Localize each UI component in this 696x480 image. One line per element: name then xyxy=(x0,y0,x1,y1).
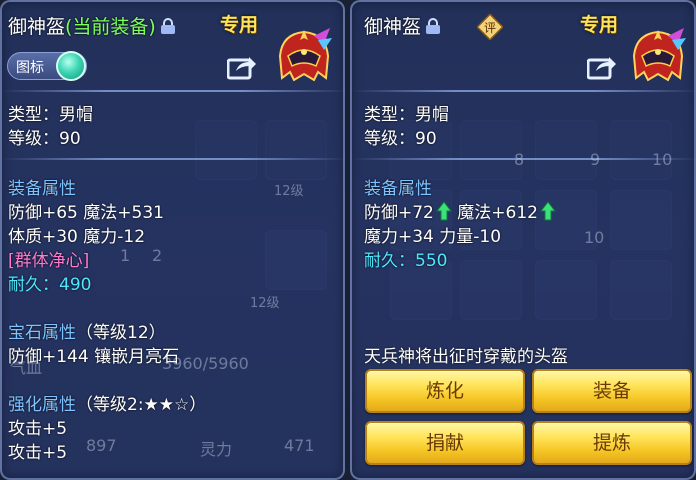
bg-slot-level: 12级 xyxy=(274,184,304,199)
attr-line: 体质+30 魔力-12 xyxy=(8,227,146,247)
durability-label: 耐久： xyxy=(364,251,415,271)
special-skill: [群体净心] xyxy=(8,251,90,271)
bg-slot-num: 8 xyxy=(514,150,525,169)
enhance-line: 攻击+5 xyxy=(8,419,68,439)
item-level: 等级：90 xyxy=(8,129,81,149)
gem-level: （等级12） xyxy=(76,323,166,343)
bg-stat-value: 471 xyxy=(284,436,315,455)
attr-line: 魔力+34 力量-10 xyxy=(364,227,502,247)
bg-slot-level: 12级 xyxy=(250,296,280,311)
share-icon[interactable] xyxy=(227,54,257,80)
toggle-knob xyxy=(56,51,86,81)
equip-attr-header: 装备属性 xyxy=(8,179,76,199)
bg-stat-value: 3960/5960 xyxy=(162,354,249,373)
stat-up-arrow-icon xyxy=(435,201,452,221)
item-type: 类型：男帽 xyxy=(364,105,449,125)
item-description: 天兵神将出征时穿戴的头盔 xyxy=(364,347,568,367)
enhance-line: 攻击+5 xyxy=(8,443,68,463)
bg-stat-value: 897 xyxy=(86,436,117,455)
exclusive-label: 专用 xyxy=(220,14,259,36)
helmet-icon xyxy=(632,28,686,82)
attr-line: 防御+65 魔法+531 xyxy=(8,203,164,223)
bg-stat-label: 气血 xyxy=(10,358,43,377)
gem-attr-row: 宝石属性（等级12） xyxy=(8,318,166,343)
magic-stat: 魔法+612 xyxy=(457,203,538,223)
exclusive-label: 专用 xyxy=(580,14,619,36)
donate-button[interactable]: 捐献 xyxy=(365,421,525,465)
extract-button[interactable]: 提炼 xyxy=(532,421,692,465)
gem-attr-header: 宝石属性 xyxy=(8,323,76,343)
durability: 耐久：550 xyxy=(364,246,447,271)
divider xyxy=(352,90,696,92)
divider xyxy=(2,158,347,160)
icon-toggle-label: 图标 xyxy=(16,60,44,76)
defense-stat: 防御+72 xyxy=(364,203,434,223)
helmet-icon xyxy=(278,28,332,82)
enhance-level: （等级2:★★☆） xyxy=(76,395,207,415)
bg-slot-num: 10 xyxy=(584,228,605,247)
equip-attr-header: 装备属性 xyxy=(364,179,432,199)
equip-button[interactable]: 装备 xyxy=(532,369,692,413)
bg-slot-num: 1 xyxy=(120,246,131,265)
item-title: 御神盔 xyxy=(364,12,441,39)
equipped-tag: (当前装备) xyxy=(65,16,156,38)
item-type: 类型：男帽 xyxy=(8,105,93,125)
enhance-attr-header: 强化属性 xyxy=(8,395,76,415)
item-name: 御神盔 xyxy=(364,16,422,38)
equipped-item-tooltip: 御神盔 (当前装备) 专用 图标 类型：男帽 等级：90 装备属性 防御+65 … xyxy=(0,0,347,480)
bg-stat-label: 灵力 xyxy=(200,440,233,459)
bg-slot-num: 2 xyxy=(152,246,163,265)
item-level: 等级：90 xyxy=(364,129,437,149)
bg-slot-num: 9 xyxy=(590,150,601,169)
lock-icon[interactable] xyxy=(160,17,175,34)
share-icon[interactable] xyxy=(587,54,617,80)
appraise-label: 评 xyxy=(484,21,496,35)
durability-value: 490 xyxy=(59,275,92,295)
item-title: 御神盔 (当前装备) xyxy=(8,12,175,39)
appraise-icon[interactable]: 评 xyxy=(477,14,503,40)
stat-up-arrow-icon xyxy=(540,201,556,221)
item-name: 御神盔 xyxy=(8,16,66,38)
durability: 耐久：490 xyxy=(8,270,91,295)
durability-label: 耐久： xyxy=(8,275,59,295)
icon-toggle[interactable]: 图标 xyxy=(7,51,87,81)
attr-line: 防御+72 魔法+612 xyxy=(364,198,556,223)
bg-slot-num: 10 xyxy=(652,150,673,169)
durability-value: 550 xyxy=(415,251,448,271)
lock-icon[interactable] xyxy=(426,17,441,34)
compare-item-tooltip: 御神盔 评 专用 类型：男帽 等级：90 装备属性 防御+72 魔法+612 魔… xyxy=(350,0,696,480)
divider xyxy=(2,90,347,92)
enhance-attr-row: 强化属性（等级2:★★☆） xyxy=(8,390,206,415)
refine-button[interactable]: 炼化 xyxy=(365,369,525,413)
